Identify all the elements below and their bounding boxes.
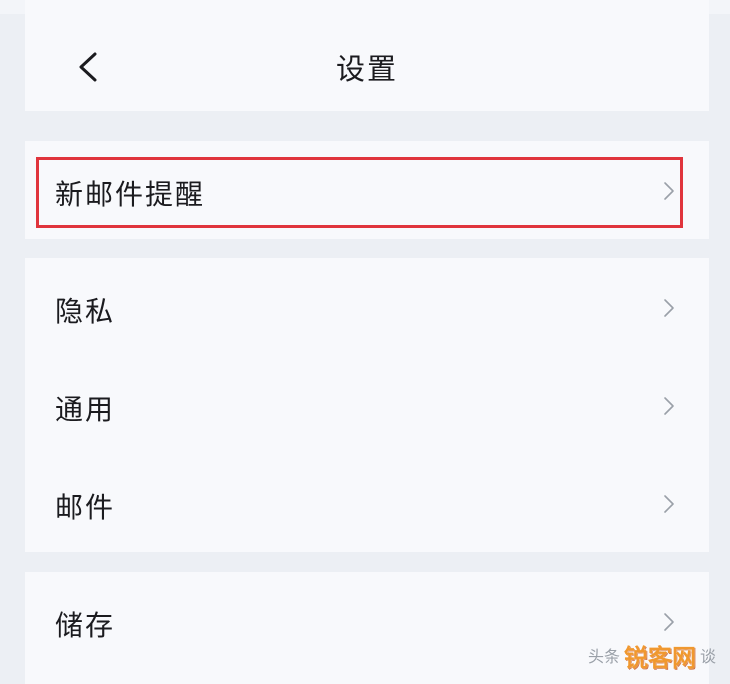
nav-header: 设置 xyxy=(25,0,709,111)
watermark: 头条 锐客网 谈 xyxy=(587,640,716,672)
highlight-box xyxy=(36,157,683,228)
settings-item-mail[interactable]: 邮件 xyxy=(25,454,709,552)
settings-item-label: 通用 xyxy=(55,393,116,426)
settings-item-label: 隐私 xyxy=(55,295,116,328)
chevron-right-icon xyxy=(664,299,674,317)
watermark-prefix: 头条 xyxy=(587,647,620,666)
settings-item-label: 储存 xyxy=(55,609,116,642)
settings-item-label: 邮件 xyxy=(55,491,116,524)
settings-group-notifications: 新邮件提醒 xyxy=(25,141,709,239)
chevron-right-icon xyxy=(664,613,674,631)
page-title: 设置 xyxy=(335,52,398,86)
chevron-right-icon xyxy=(664,397,674,415)
settings-item-new-mail-alert[interactable]: 新邮件提醒 xyxy=(25,141,709,239)
chevron-right-icon xyxy=(664,495,674,513)
settings-group-general: 隐私 通用 邮件 xyxy=(25,258,709,552)
watermark-suffix: 谈 xyxy=(699,647,716,666)
settings-item-privacy[interactable]: 隐私 xyxy=(25,258,709,356)
watermark-brand: 锐客网 xyxy=(623,642,696,672)
settings-item-general[interactable]: 通用 xyxy=(25,356,709,454)
